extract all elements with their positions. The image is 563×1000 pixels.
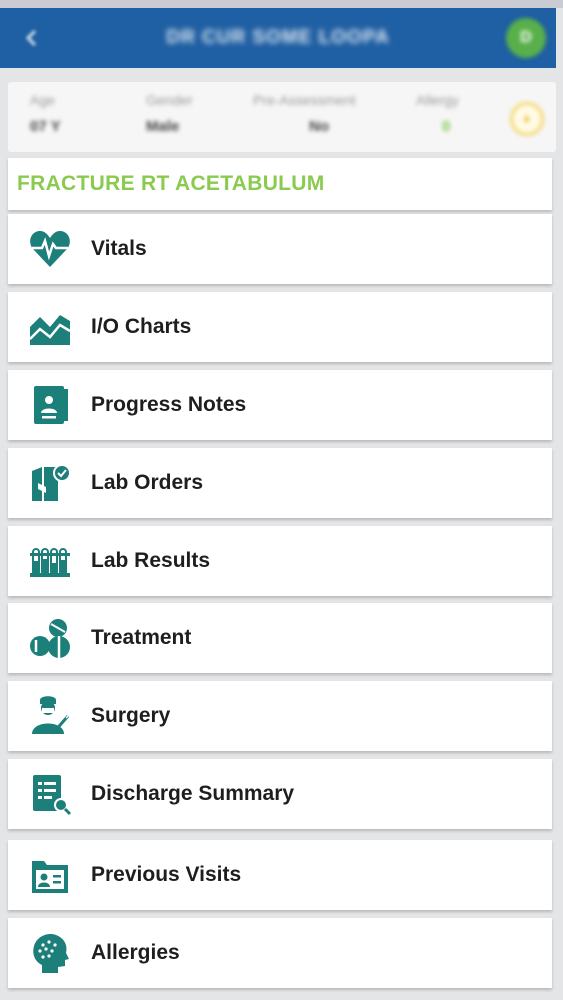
pre-assessment-info: Pre-Assessment No	[253, 92, 356, 135]
menu-item-label: Surgery	[91, 704, 171, 727]
head-profile-icon	[27, 930, 73, 976]
gender-value: Male	[146, 118, 180, 135]
menu-item-label: Treatment	[91, 626, 192, 649]
menu-item-treatment[interactable]: Treatment	[8, 603, 552, 673]
menu-item-label: Allergies	[91, 941, 180, 964]
gender-label: Gender	[146, 92, 193, 108]
menu-item-label: Discharge Summary	[91, 782, 295, 805]
heart-pulse-icon	[27, 226, 73, 272]
gender-info: Gender Male	[146, 92, 193, 135]
age-label: Age	[30, 92, 55, 108]
allergy-value: 0	[442, 118, 451, 135]
status-bar	[0, 0, 563, 8]
avatar[interactable]: D	[506, 18, 546, 58]
test-tubes-icon	[27, 538, 73, 584]
area-chart-icon	[27, 304, 73, 350]
menu-item-label: I/O Charts	[91, 315, 192, 338]
avatar-initial: D	[520, 29, 532, 46]
lab-order-icon	[27, 460, 73, 506]
menu-item-surgery[interactable]: Surgery	[8, 681, 552, 751]
diagnosis-banner: FRACTURE RT ACETABULUM	[8, 158, 552, 210]
back-button[interactable]	[18, 24, 46, 52]
notebook-icon	[27, 382, 73, 428]
menu-item-discharge-summary[interactable]: Discharge Summary	[8, 759, 552, 829]
back-arrow-icon	[25, 29, 37, 47]
menu-item-progress-notes[interactable]: Progress Notes	[8, 370, 552, 440]
allergy-label: Allergy	[416, 92, 459, 108]
allergy-info: Allergy 0	[416, 92, 459, 135]
menu-item-label: Lab Results	[91, 549, 211, 572]
menu-item-label: Lab Orders	[91, 471, 204, 494]
diagnosis-text: FRACTURE RT ACETABULUM	[17, 172, 325, 195]
menu-item-lab-results[interactable]: Lab Results	[8, 526, 552, 596]
patient-info-strip: Age 07 Y Gender Male Pre-Assessment No A…	[8, 82, 556, 152]
pre-assessment-value: No	[309, 118, 329, 135]
menu-item-vitals[interactable]: Vitals	[8, 214, 552, 284]
expand-info-button[interactable]	[510, 102, 544, 136]
pre-assessment-label: Pre-Assessment	[253, 92, 356, 108]
menu-item-label: Previous Visits	[91, 863, 242, 886]
chevron-right-icon	[525, 115, 530, 123]
menu-item-label: Progress Notes	[91, 393, 247, 416]
age-value: 07 Y	[30, 118, 61, 135]
menu-item-io-charts[interactable]: I/O Charts	[8, 292, 552, 362]
patient-file-icon	[27, 852, 73, 898]
menu-item-previous-visits[interactable]: Previous Visits	[8, 840, 552, 910]
page-title: DR CUR SOME LOOPA	[166, 27, 390, 48]
menu-item-label: Vitals	[91, 237, 147, 260]
age-info: Age 07 Y	[30, 92, 61, 135]
pills-icon	[27, 615, 73, 661]
app-bar: DR CUR SOME LOOPA D	[0, 8, 556, 68]
menu-item-allergies[interactable]: Allergies	[8, 918, 552, 988]
document-check-icon	[27, 771, 73, 817]
surgeon-icon	[27, 693, 73, 739]
menu-item-lab-orders[interactable]: Lab Orders	[8, 448, 552, 518]
